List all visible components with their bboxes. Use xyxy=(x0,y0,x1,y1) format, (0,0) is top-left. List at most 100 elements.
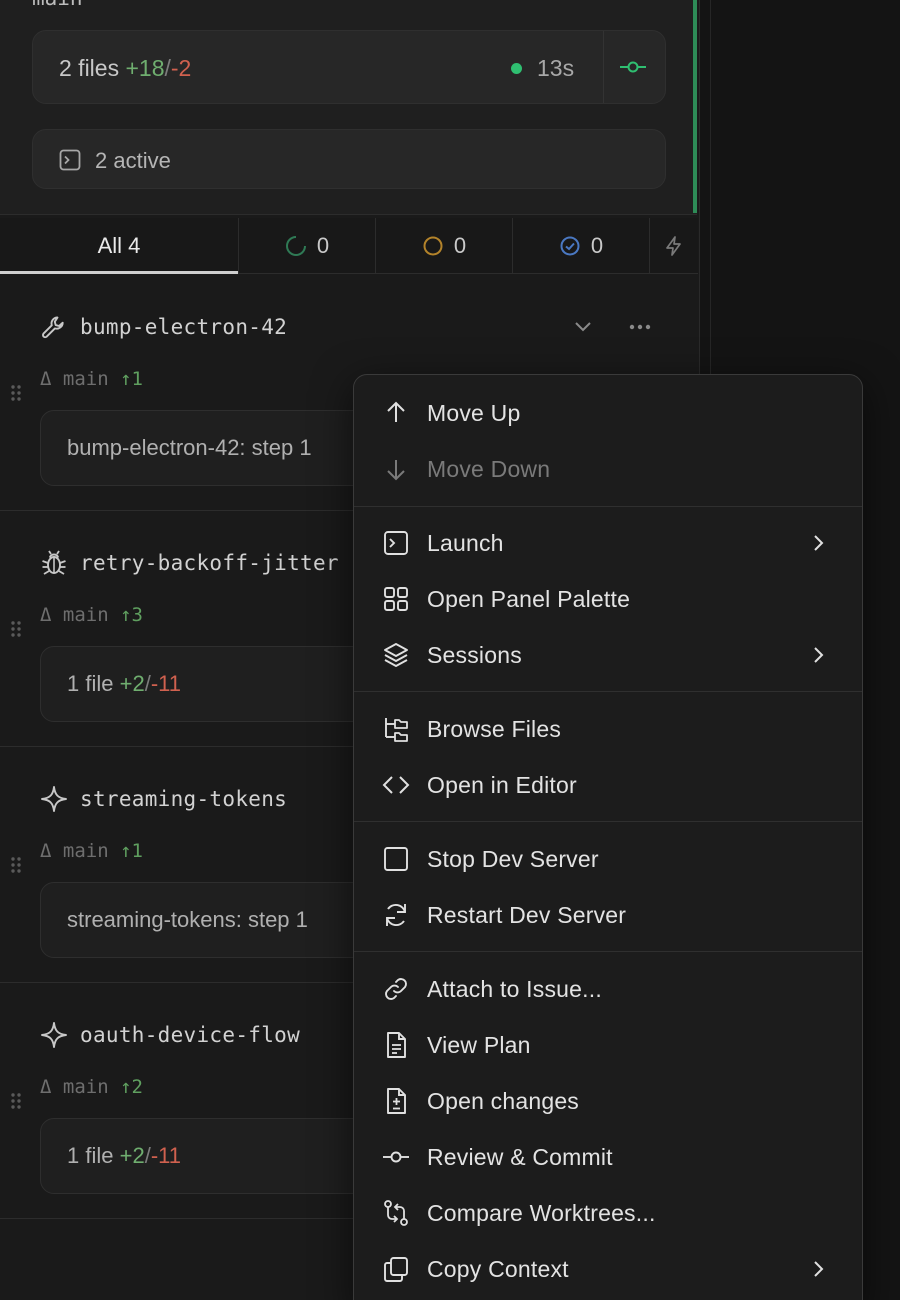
chevron-right-icon xyxy=(808,530,830,556)
file-diff-icon xyxy=(382,1087,410,1115)
worktree-name: bump-electron-42 xyxy=(80,315,288,339)
chevron-right-icon xyxy=(808,642,830,668)
tab-waiting-count: 0 xyxy=(453,233,467,258)
active-terminals[interactable]: 2 active xyxy=(32,129,666,189)
divider xyxy=(603,31,604,103)
menu-label: Review & Commit xyxy=(427,1144,613,1170)
status-text: bump-electron-42: step 1 xyxy=(67,435,312,460)
lines-added: +18 xyxy=(125,55,165,81)
commits-ahead: ↑3 xyxy=(120,604,143,626)
menu-item-view-plan[interactable]: View Plan xyxy=(354,1018,862,1074)
tab-quick[interactable] xyxy=(650,218,698,274)
menu-item-sessions[interactable]: Sessions xyxy=(354,628,862,684)
sparkle-icon xyxy=(40,785,68,813)
commits-ahead: ↑2 xyxy=(120,1076,143,1098)
tab-waiting[interactable]: 0 xyxy=(376,218,513,274)
menu-label: Compare Worktrees... xyxy=(427,1200,656,1226)
menu-separator xyxy=(354,951,862,952)
menu-item-review-commit[interactable]: Review & Commit xyxy=(354,1130,862,1186)
status-text: streaming-tokens: step 1 xyxy=(67,907,308,932)
menu-item-open-panel-palette[interactable]: Open Panel Palette xyxy=(354,572,862,628)
menu-label: View Plan xyxy=(427,1032,531,1058)
changes-text: 1 file +2/-11 xyxy=(67,671,181,697)
branch-info: Δ main ↑1 xyxy=(40,840,143,862)
changes-text: 1 file +2/-11 xyxy=(67,1143,181,1169)
tab-done[interactable]: 0 xyxy=(513,218,650,274)
menu-label: Restart Dev Server xyxy=(427,902,627,928)
terminal-icon xyxy=(59,149,81,171)
menu-item-restart-dev-server[interactable]: Restart Dev Server xyxy=(354,888,862,944)
menu-label: Move Up xyxy=(427,400,521,426)
tab-all[interactable]: All 4 xyxy=(0,218,239,274)
menu-label: Open Panel Palette xyxy=(427,586,631,612)
branch-name: main xyxy=(32,0,83,10)
lines-removed: -11 xyxy=(150,1143,181,1168)
commits-ahead: ↑1 xyxy=(120,840,143,862)
active-tab-indicator xyxy=(0,271,238,274)
more-options-icon[interactable] xyxy=(626,314,654,340)
circle-icon xyxy=(422,235,444,257)
changes-summary[interactable]: 2 files +18/-2 13s xyxy=(32,30,666,104)
tab-done-count: 0 xyxy=(590,233,604,258)
menu-label: Move Down xyxy=(427,456,551,482)
files-count: 2 files xyxy=(59,55,120,81)
menu-item-move-up[interactable]: Move Up xyxy=(354,386,862,442)
refresh-icon xyxy=(382,901,410,929)
changes-text: 2 files +18/-2 xyxy=(59,55,191,82)
base-branch: Δ main xyxy=(40,1076,109,1098)
base-branch: Δ main xyxy=(40,368,109,390)
worktree-name: oauth-device-flow xyxy=(80,1023,301,1047)
sparkle-icon xyxy=(40,1021,68,1049)
wrench-icon xyxy=(40,313,68,341)
menu-item-launch[interactable]: Launch xyxy=(354,516,862,572)
status-dot xyxy=(511,63,522,74)
spinner-icon xyxy=(285,235,307,257)
menu-separator xyxy=(354,691,862,692)
menu-label: Attach to Issue... xyxy=(427,976,602,1002)
worktree-name: streaming-tokens xyxy=(80,787,288,811)
drag-handle-icon[interactable] xyxy=(9,855,23,875)
menu-label: Open in Editor xyxy=(427,772,577,798)
menu-item-open-in-editor[interactable]: Open in Editor xyxy=(354,758,862,814)
menu-label: Copy Context xyxy=(427,1256,569,1282)
arrow-up-icon xyxy=(382,399,410,427)
code-icon xyxy=(382,771,410,799)
menu-item-browse-files[interactable]: Browse Files xyxy=(354,702,862,758)
files-count: 1 file xyxy=(67,671,114,696)
drag-handle-icon[interactable] xyxy=(9,619,23,639)
chevron-right-icon xyxy=(808,1256,830,1282)
commits-ahead: ↑1 xyxy=(120,368,143,390)
check-circle-icon xyxy=(559,235,581,257)
layers-icon xyxy=(382,641,410,669)
drag-handle-icon[interactable] xyxy=(9,383,23,403)
copy-icon xyxy=(382,1255,410,1283)
accent-bar xyxy=(693,0,697,213)
menu-label: Sessions xyxy=(427,642,522,668)
commit-icon[interactable] xyxy=(619,55,647,79)
menu-item-attach-to-issue[interactable]: Attach to Issue... xyxy=(354,962,862,1018)
worktree-name: retry-backoff-jitter xyxy=(80,551,339,575)
files-count: 1 file xyxy=(67,1143,114,1168)
base-branch: Δ main xyxy=(40,840,109,862)
lines-removed: -11 xyxy=(150,671,181,696)
grid-icon xyxy=(382,585,410,613)
menu-item-copy-context[interactable]: Copy Context xyxy=(354,1242,862,1298)
folder-tree-icon xyxy=(382,715,410,743)
tab-running[interactable]: 0 xyxy=(239,218,376,274)
base-branch: Δ main xyxy=(40,604,109,626)
chevron-down-icon[interactable] xyxy=(570,314,596,340)
menu-item-move-down[interactable]: Move Down xyxy=(354,442,862,498)
tab-all-label: All 4 xyxy=(97,233,141,258)
menu-separator xyxy=(354,506,862,507)
commit-icon xyxy=(382,1143,410,1171)
menu-label: Browse Files xyxy=(427,716,562,742)
lines-removed: -2 xyxy=(170,55,192,81)
menu-item-open-changes[interactable]: Open changes xyxy=(354,1074,862,1130)
menu-item-compare-worktrees[interactable]: Compare Worktrees... xyxy=(354,1186,862,1242)
stop-icon xyxy=(382,845,410,873)
branch-info: Δ main ↑2 xyxy=(40,1076,143,1098)
git-compare-icon xyxy=(382,1199,410,1227)
drag-handle-icon[interactable] xyxy=(9,1091,23,1111)
worktree-summary-card[interactable]: main 2 files +18/-2 13s 2 active xyxy=(0,0,697,215)
menu-item-stop-dev-server[interactable]: Stop Dev Server xyxy=(354,832,862,888)
